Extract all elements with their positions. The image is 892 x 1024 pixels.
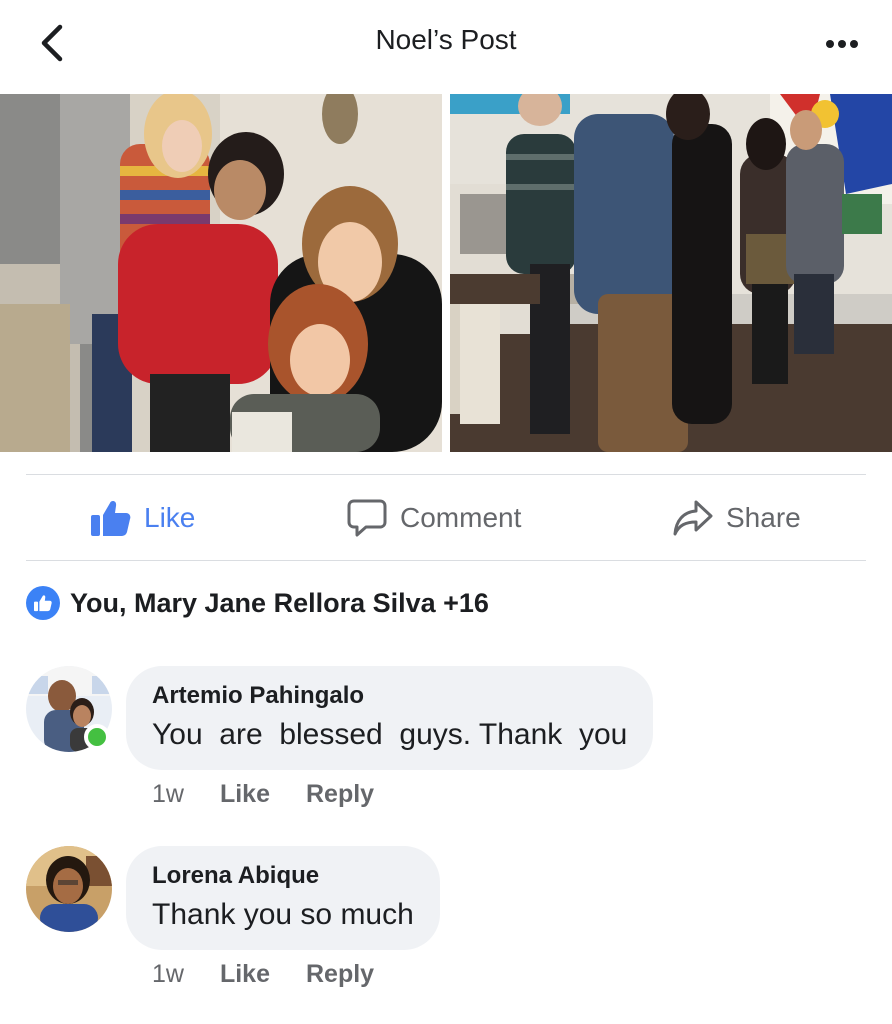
share-button[interactable]: Share	[672, 476, 801, 560]
more-horizontal-icon	[824, 35, 860, 53]
comment-author[interactable]: Artemio Pahingalo	[152, 682, 627, 710]
divider-bottom	[26, 560, 866, 561]
comment-item: Artemio Pahingalo You are blessed guys. …	[26, 666, 866, 816]
comment-age: 1w	[152, 960, 184, 988]
like-button[interactable]: Like	[90, 476, 195, 560]
comment-author[interactable]: Lorena Abique	[152, 862, 414, 890]
comment-label: Comment	[400, 502, 522, 533]
share-label: Share	[726, 502, 801, 533]
speech-bubble-icon	[347, 499, 387, 537]
top-bar: Noel’s Post	[0, 0, 892, 90]
thumbs-up-icon	[91, 501, 131, 536]
comment-bubble[interactable]: Lorena Abique Thank you so much	[126, 846, 440, 950]
comment-text: Thank you so much	[152, 898, 414, 931]
avatar[interactable]	[26, 846, 112, 932]
comment-button[interactable]: Comment	[346, 476, 521, 560]
more-options-button[interactable]	[820, 24, 864, 64]
comment-reply-link[interactable]: Reply	[306, 780, 374, 809]
post-action-bar: Like Comment Share	[0, 476, 892, 560]
divider-top	[26, 474, 866, 475]
post-photo-party-room[interactable]	[450, 94, 892, 452]
comment-text: You are blessed guys. Thank you	[152, 718, 628, 751]
comment-reply-link[interactable]: Reply	[306, 960, 374, 989]
comment-age: 1w	[152, 780, 184, 808]
like-label: Like	[144, 502, 196, 533]
comment-like-link[interactable]: Like	[220, 960, 270, 989]
comment-item: Lorena Abique Thank you so much 1w Like …	[26, 846, 866, 996]
comment-like-link[interactable]: Like	[220, 780, 270, 809]
comment-meta: 1w Like Reply	[152, 960, 374, 989]
post-photos	[0, 94, 892, 452]
reactions-text: You, Mary Jane Rellora Silva +16	[70, 587, 489, 618]
page-title: Noel’s Post	[375, 24, 517, 55]
share-arrow-icon	[673, 500, 713, 536]
post-photo-group-selfie[interactable]	[0, 94, 442, 452]
thumbs-up-icon	[26, 586, 60, 620]
reactions-summary[interactable]: You, Mary Jane Rellora Silva +16	[26, 586, 489, 620]
comment-meta: 1w Like Reply	[152, 780, 374, 809]
comment-bubble[interactable]: Artemio Pahingalo You are blessed guys. …	[126, 666, 654, 770]
online-status-indicator	[84, 724, 110, 750]
